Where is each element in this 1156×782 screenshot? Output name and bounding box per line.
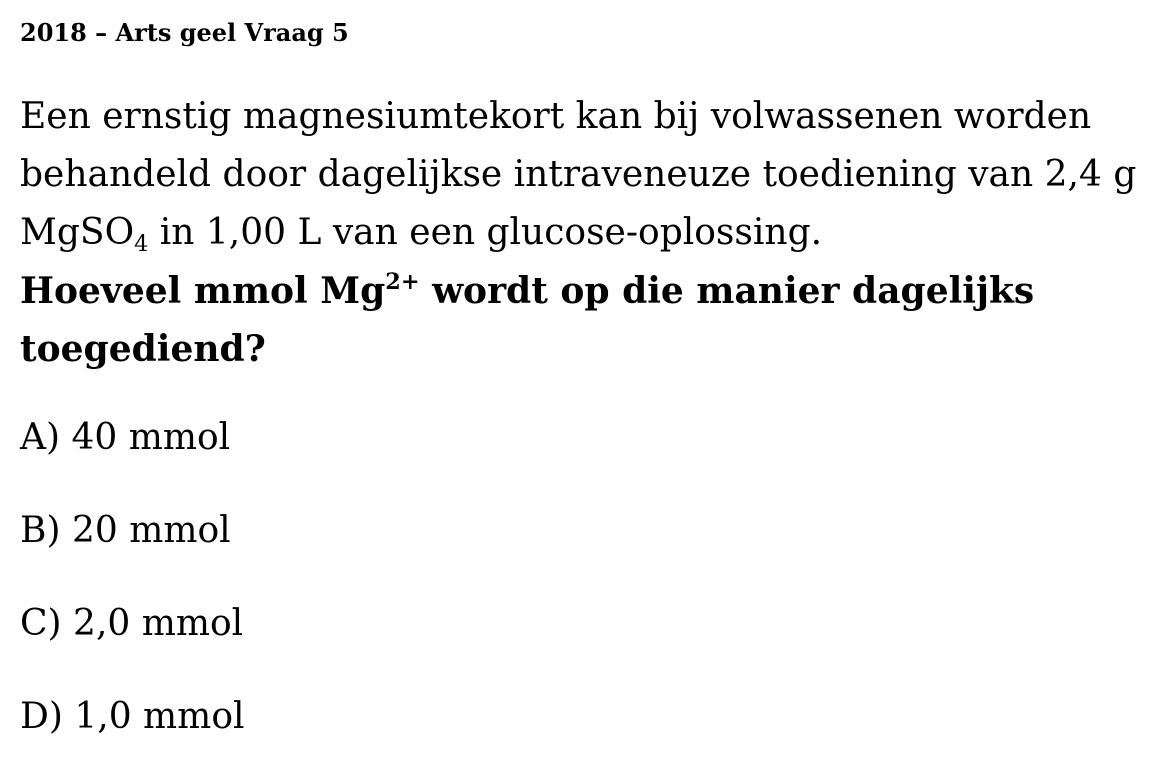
question-part-1: Hoeveel mmol Mg xyxy=(20,270,386,312)
question-intro: Een ernstig magnesiumtekort kan bij volw… xyxy=(20,88,1140,262)
question-line-2: toegediend? xyxy=(20,328,266,370)
answer-option-c[interactable]: C) 2,0 mmol xyxy=(20,602,243,646)
intro-line-1: Een ernstig magnesiumtekort kan bij volw… xyxy=(20,96,1092,137)
intro-line-3-rest: in 1,00 L van een glucose-oplossing. xyxy=(148,212,823,253)
question-text: Hoeveel mmol Mg2+ wordt op die manier da… xyxy=(20,262,1140,378)
question-line-1: Hoeveel mmol Mg2+ wordt op die manier da… xyxy=(20,262,1140,320)
intro-line-2: behandeld door dagelijkse intraveneuze t… xyxy=(20,154,1137,195)
ion-charge-superscript: 2+ xyxy=(385,269,420,296)
question-header: 2018 – Arts geel Vraag 5 xyxy=(20,18,349,47)
intro-line-3: MgSO4 in 1,00 L van een glucose-oplossin… xyxy=(20,204,1140,262)
answer-option-b[interactable]: B) 20 mmol xyxy=(20,509,231,553)
answer-option-a[interactable]: A) 40 mmol xyxy=(20,416,230,460)
formula-subscript: 4 xyxy=(134,231,149,258)
formula-base: MgSO xyxy=(20,212,135,253)
answer-option-d[interactable]: D) 1,0 mmol xyxy=(20,695,245,739)
question-part-2: wordt op die manier dagelijks xyxy=(419,270,1035,312)
